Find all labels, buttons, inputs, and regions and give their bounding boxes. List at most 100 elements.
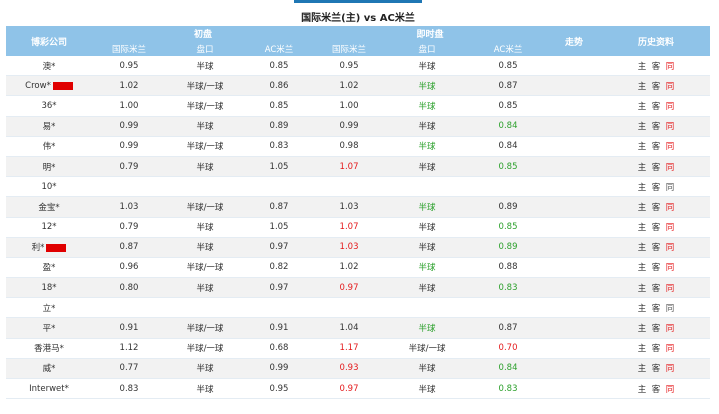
- history-home-link[interactable]: 主: [637, 100, 647, 112]
- history-same-link[interactable]: 同: [665, 383, 675, 395]
- company-name[interactable]: 立*: [43, 304, 56, 314]
- company-name[interactable]: 10*: [41, 182, 56, 192]
- live-betting-badge[interactable]: 走地: [52, 81, 73, 90]
- trend-cell[interactable]: [546, 136, 603, 157]
- history-away-link[interactable]: 客: [651, 201, 661, 213]
- history-home-link[interactable]: 主: [637, 322, 647, 334]
- company-cell[interactable]: 香港马*: [6, 338, 92, 359]
- history-away-link[interactable]: 客: [651, 383, 661, 395]
- company-cell[interactable]: 易*: [6, 116, 92, 137]
- history-home-link[interactable]: 主: [637, 181, 647, 193]
- company-name[interactable]: 12*: [41, 222, 56, 232]
- trend-cell[interactable]: [546, 75, 603, 97]
- history-away-link[interactable]: 客: [651, 241, 661, 253]
- history-same-link[interactable]: 同: [665, 362, 675, 374]
- history-home-link[interactable]: 主: [637, 282, 647, 294]
- history-same-link[interactable]: 同: [665, 261, 675, 273]
- history-home-link[interactable]: 主: [637, 241, 647, 253]
- trend-cell[interactable]: [546, 156, 603, 178]
- company-cell[interactable]: 10*: [6, 176, 92, 198]
- trend-cell[interactable]: [546, 237, 603, 258]
- company-name[interactable]: Interwet*: [29, 384, 69, 394]
- history-home-link[interactable]: 主: [637, 362, 647, 374]
- trend-cell[interactable]: [546, 317, 603, 339]
- company-name[interactable]: 平*: [43, 324, 56, 334]
- trend-cell[interactable]: [546, 95, 603, 117]
- live-betting-badge[interactable]: 走地: [46, 244, 67, 253]
- trend-cell[interactable]: [546, 116, 603, 137]
- company-cell[interactable]: 威*: [6, 358, 92, 380]
- company-cell[interactable]: 36*: [6, 95, 92, 117]
- history-away-link[interactable]: 客: [651, 302, 661, 314]
- history-home-link[interactable]: 主: [637, 120, 647, 132]
- history-same-link[interactable]: 同: [665, 181, 675, 193]
- company-name[interactable]: 金宝*: [38, 203, 59, 213]
- company-cell[interactable]: 立*: [6, 297, 92, 319]
- trend-cell[interactable]: [546, 257, 603, 279]
- history-away-link[interactable]: 客: [651, 362, 661, 374]
- history-same-link[interactable]: 同: [665, 221, 675, 233]
- history-away-link[interactable]: 客: [651, 140, 661, 152]
- history-same-link[interactable]: 同: [665, 302, 675, 314]
- company-cell[interactable]: Crow* 走地: [6, 75, 92, 97]
- history-home-link[interactable]: 主: [637, 261, 647, 273]
- history-home-link[interactable]: 主: [637, 161, 647, 173]
- history-away-link[interactable]: 客: [651, 181, 661, 193]
- history-same-link[interactable]: 同: [665, 120, 675, 132]
- company-cell[interactable]: 伟*: [6, 136, 92, 157]
- company-name[interactable]: 澳*: [43, 62, 56, 72]
- company-cell[interactable]: 澳*: [6, 56, 92, 77]
- history-away-link[interactable]: 客: [651, 120, 661, 132]
- history-home-link[interactable]: 主: [637, 201, 647, 213]
- history-away-link[interactable]: 客: [651, 322, 661, 334]
- history-away-link[interactable]: 客: [651, 342, 661, 354]
- company-name[interactable]: 18*: [41, 283, 56, 293]
- history-same-link[interactable]: 同: [665, 100, 675, 112]
- company-cell[interactable]: 利* 走地: [6, 237, 92, 258]
- trend-cell[interactable]: [546, 196, 603, 218]
- history-same-link[interactable]: 同: [665, 282, 675, 294]
- company-name[interactable]: 威*: [43, 364, 56, 374]
- trend-cell[interactable]: [546, 277, 603, 299]
- company-name[interactable]: 36*: [41, 101, 56, 111]
- history-away-link[interactable]: 客: [651, 80, 661, 92]
- history-away-link[interactable]: 客: [651, 100, 661, 112]
- history-same-link[interactable]: 同: [665, 322, 675, 334]
- company-name[interactable]: 香港马*: [34, 344, 64, 354]
- history-away-link[interactable]: 客: [651, 261, 661, 273]
- history-same-link[interactable]: 同: [665, 342, 675, 354]
- company-cell[interactable]: 金宝*: [6, 196, 92, 218]
- company-cell[interactable]: 盈*: [6, 257, 92, 279]
- history-away-link[interactable]: 客: [651, 282, 661, 294]
- company-cell[interactable]: 明*: [6, 156, 92, 178]
- history-away-link[interactable]: 客: [651, 161, 661, 173]
- company-name[interactable]: 明*: [43, 163, 56, 173]
- trend-cell[interactable]: [546, 176, 603, 198]
- company-cell[interactable]: 18*: [6, 277, 92, 299]
- trend-cell[interactable]: [546, 358, 603, 380]
- history-away-link[interactable]: 客: [651, 221, 661, 233]
- history-home-link[interactable]: 主: [637, 383, 647, 395]
- trend-cell[interactable]: [546, 378, 603, 400]
- history-home-link[interactable]: 主: [637, 221, 647, 233]
- trend-cell[interactable]: [546, 297, 603, 319]
- history-same-link[interactable]: 同: [665, 60, 675, 72]
- history-same-link[interactable]: 同: [665, 140, 675, 152]
- trend-cell[interactable]: [546, 56, 603, 77]
- history-home-link[interactable]: 主: [637, 140, 647, 152]
- company-cell[interactable]: 12*: [6, 217, 92, 238]
- trend-cell[interactable]: [546, 217, 603, 238]
- history-same-link[interactable]: 同: [665, 201, 675, 213]
- history-same-link[interactable]: 同: [665, 161, 675, 173]
- company-name[interactable]: 利*: [32, 243, 45, 253]
- company-cell[interactable]: 平*: [6, 317, 92, 339]
- company-name[interactable]: 伟*: [43, 142, 56, 152]
- company-name[interactable]: 易*: [43, 122, 56, 132]
- history-home-link[interactable]: 主: [637, 342, 647, 354]
- trend-cell[interactable]: [546, 338, 603, 359]
- history-home-link[interactable]: 主: [637, 80, 647, 92]
- history-away-link[interactable]: 客: [651, 60, 661, 72]
- history-same-link[interactable]: 同: [665, 241, 675, 253]
- history-home-link[interactable]: 主: [637, 60, 647, 72]
- company-cell[interactable]: Interwet*: [6, 378, 92, 400]
